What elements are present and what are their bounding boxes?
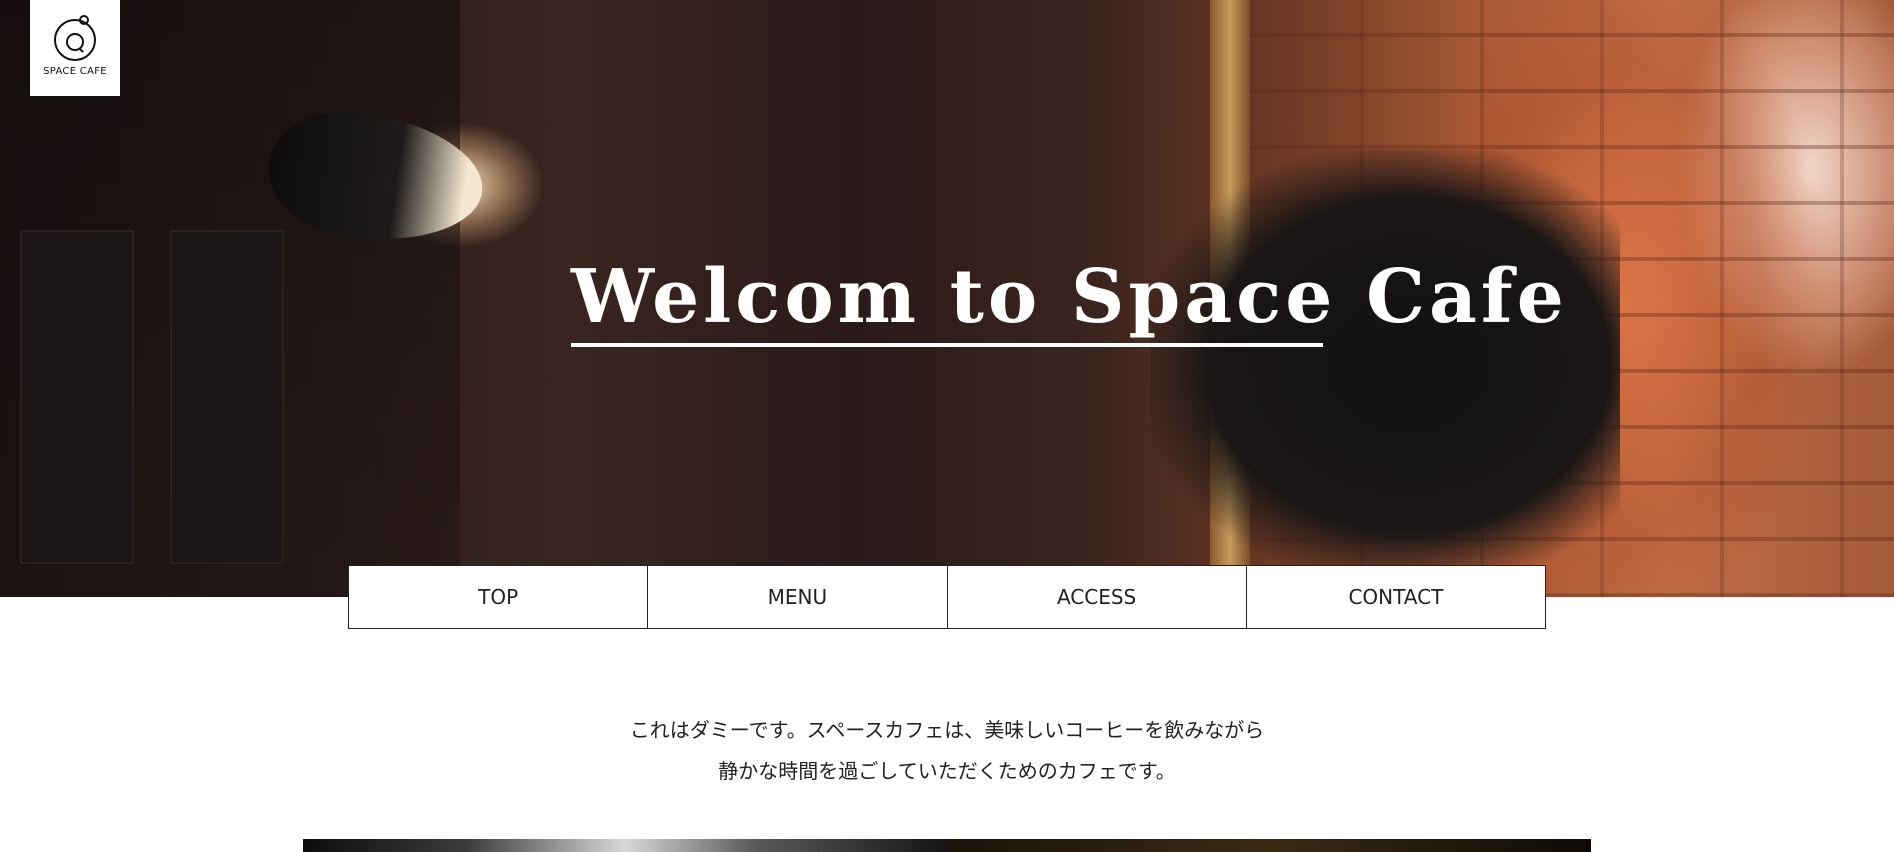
hero-deer-head-sculpture xyxy=(1150,150,1620,580)
main-navigation: TOP MENU ACCESS CONTACT xyxy=(348,565,1546,629)
gallery-image-right xyxy=(947,839,1591,852)
nav-item-menu[interactable]: MENU xyxy=(648,566,948,628)
hero-menu-board-left xyxy=(20,230,134,564)
intro-text: これはダミーです。スペースカフェは、美味しいコーヒーを飲みながら 静かな時間を過… xyxy=(0,710,1894,792)
hero-image: Welcom to Space Cafe xyxy=(0,0,1894,597)
hero-menu-board-right xyxy=(170,230,284,564)
gallery-image-left xyxy=(303,839,947,852)
nav-item-access[interactable]: ACCESS xyxy=(948,566,1247,628)
hero-title: Welcom to Space Cafe xyxy=(571,255,1564,347)
nav-item-top[interactable]: TOP xyxy=(349,566,649,628)
gallery-strip xyxy=(303,839,1591,852)
site-logo[interactable]: SPACE CAFE xyxy=(30,0,120,96)
logo-text: SPACE CAFE xyxy=(43,66,107,77)
planet-ring-icon xyxy=(54,15,96,61)
nav-item-contact[interactable]: CONTACT xyxy=(1247,566,1545,628)
intro-line-1: これはダミーです。スペースカフェは、美味しいコーヒーを飲みながら xyxy=(629,718,1265,742)
intro-line-2: 静かな時間を過ごしていただくためのカフェです。 xyxy=(718,759,1176,783)
